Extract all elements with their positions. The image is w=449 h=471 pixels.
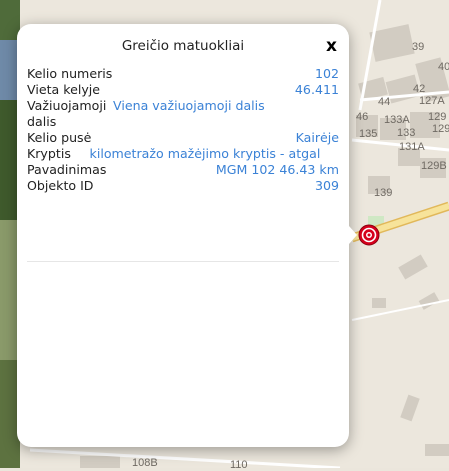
property-value: Kairėje xyxy=(295,130,339,145)
property-value: 102 xyxy=(314,66,339,81)
property-label: Pavadinimas xyxy=(27,162,107,177)
property-label: Kryptis xyxy=(27,146,71,161)
property-label: Kelio pusė xyxy=(27,130,92,145)
house-number-label: 110 xyxy=(230,459,248,471)
house-number-label: 129 xyxy=(428,111,447,123)
property-value: Viena važiuojamoji dalis xyxy=(113,98,265,113)
property-row-kryptis: Kryptis kilometražo mažėjimo kryptis - a… xyxy=(27,146,339,162)
property-value: 46.411 xyxy=(294,82,339,97)
house-number-label: 133 xyxy=(397,127,416,139)
property-row-objekto-id: Objekto ID 309 xyxy=(27,178,339,194)
popup-title: Greičio matuokliai xyxy=(121,38,245,54)
house-number-label: 135 xyxy=(359,128,378,140)
house-number-label: 46 xyxy=(356,111,369,123)
house-number-label: 108B xyxy=(132,457,158,469)
property-row-vaziuojamoji-dalis: Važiuojamoji dalis Viena važiuojamoji da… xyxy=(27,98,339,130)
house-number-label: 131A xyxy=(399,141,425,153)
house-number-label: 39 xyxy=(412,41,425,53)
property-value: kilometražo mažėjimo kryptis - atgal xyxy=(89,146,321,161)
house-number-label: 127A xyxy=(419,95,445,107)
house-number-label: 133A xyxy=(384,114,410,126)
properties-list: Kelio numeris 102 Vieta kelyje 46.411 Va… xyxy=(27,66,339,194)
house-number-label: 139 xyxy=(374,187,393,199)
feature-info-popup: Greičio matuokliai x Kelio numeris 102 V… xyxy=(17,24,349,447)
popup-pointer xyxy=(349,226,357,244)
property-label: Kelio numeris xyxy=(27,66,113,81)
property-row-pavadinimas: Pavadinimas MGM 102 46.43 km xyxy=(27,162,339,178)
property-row-kelio-numeris: Kelio numeris 102 xyxy=(27,66,339,82)
house-number-label: 42 xyxy=(413,83,426,95)
house-number-label: 129 xyxy=(432,123,449,135)
close-icon[interactable]: x xyxy=(326,38,337,55)
property-row-vieta-kelyje: Vieta kelyje 46.411 xyxy=(27,82,339,98)
property-value: MGM 102 46.43 km xyxy=(215,162,339,177)
divider xyxy=(27,261,339,262)
house-number-label: 40 xyxy=(438,61,449,73)
house-number-label: 129B xyxy=(421,160,447,172)
speed-camera-marker-icon[interactable] xyxy=(358,224,380,250)
house-number-label: 44 xyxy=(378,96,391,108)
property-row-kelio-puse: Kelio pusė Kairėje xyxy=(27,130,339,146)
property-label: Vieta kelyje xyxy=(27,82,101,97)
property-value: 309 xyxy=(314,178,339,193)
property-label: Važiuojamoji dalis xyxy=(27,98,107,129)
property-label: Objekto ID xyxy=(27,178,94,193)
